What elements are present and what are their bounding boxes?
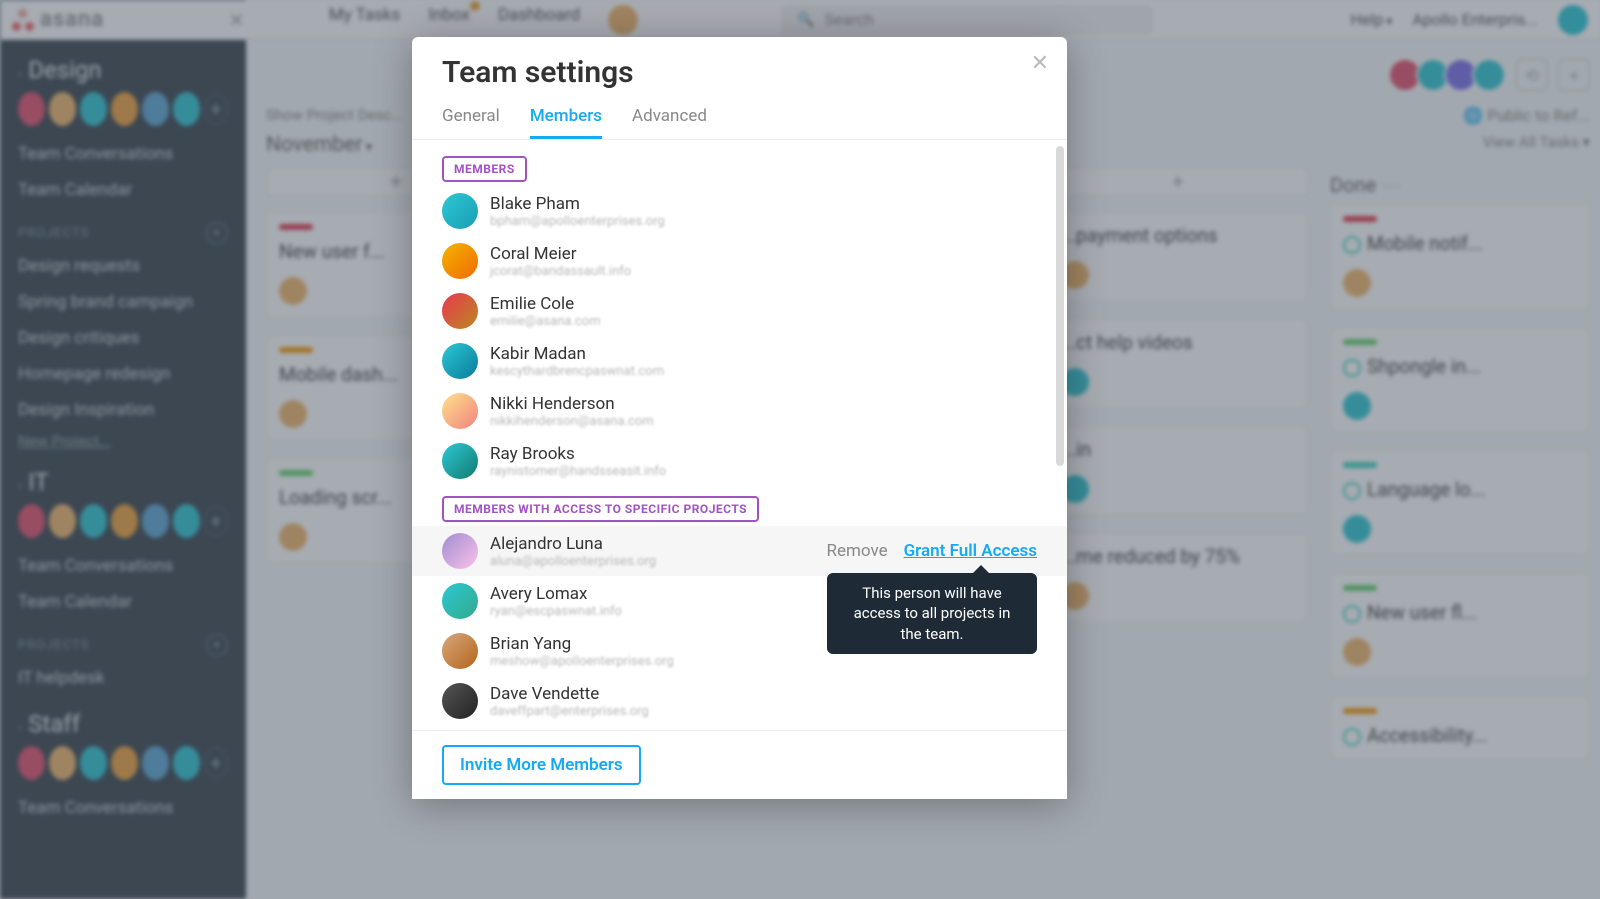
team-settings-modal: ✕ Team settings General Members Advanced… [412, 37, 1067, 799]
member-row[interactable]: Dave Vendettedaveffpart@enterprises.org [442, 676, 1037, 726]
section-label-members: MEMBERS [442, 156, 527, 182]
member-row[interactable]: Emilie Coleemilie@asana.com [442, 286, 1037, 336]
member-row[interactable]: Kabir Madankescythardbrencpaswnat.com [442, 336, 1037, 386]
member-row[interactable]: Alejandro Lunaaluna@apolloenterprises.or… [412, 526, 1067, 576]
remove-link[interactable]: Remove [826, 541, 887, 561]
avatar [442, 583, 478, 619]
member-row[interactable]: Avery Lomaxryan@escpaswnat.info [442, 576, 1037, 626]
avatar [442, 533, 478, 569]
tab-members[interactable]: Members [530, 106, 602, 139]
avatar [442, 683, 478, 719]
member-row[interactable]: Nikki Hendersonnikkihenderson@asana.com [442, 386, 1037, 436]
member-row[interactable]: Coral Meierjcorat@bandassault.info [442, 236, 1037, 286]
avatar [442, 443, 478, 479]
member-row[interactable]: Ray Brooksraynistomer@handsseasit.info [442, 436, 1037, 486]
modal-title: Team settings [442, 55, 1037, 90]
grant-full-access-link[interactable]: Grant Full Access [904, 541, 1037, 561]
member-row[interactable]: Brian Yangmeshow@apolloenterprises.org [442, 626, 1037, 676]
invite-more-members-button[interactable]: Invite More Members [442, 745, 641, 785]
tab-advanced[interactable]: Advanced [632, 106, 707, 139]
modal-tabs: General Members Advanced [412, 90, 1067, 140]
modal-body: MEMBERS Blake Phambpham@apolloenterprise… [412, 140, 1067, 730]
section-label-guests: MEMBERS WITH ACCESS TO SPECIFIC PROJECTS [442, 496, 759, 522]
avatar [442, 293, 478, 329]
avatar [442, 193, 478, 229]
avatar [442, 343, 478, 379]
member-row[interactable]: Blake Phambpham@apolloenterprises.org [442, 186, 1037, 236]
avatar [442, 393, 478, 429]
tab-general[interactable]: General [442, 106, 500, 139]
avatar [442, 243, 478, 279]
avatar [442, 633, 478, 669]
close-icon[interactable]: ✕ [1031, 51, 1049, 76]
